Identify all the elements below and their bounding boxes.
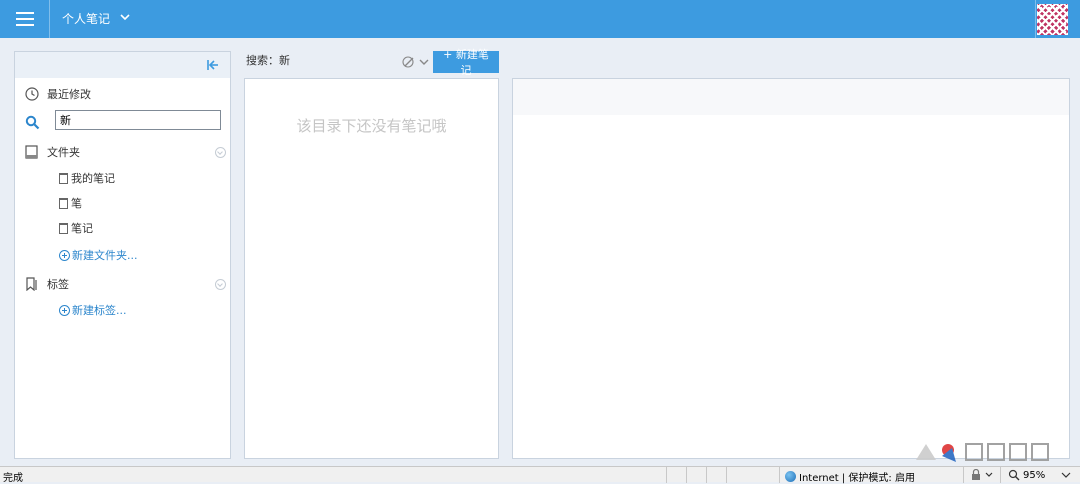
search-icon[interactable] [25, 115, 40, 130]
divider [686, 467, 687, 483]
divider [963, 467, 964, 483]
globe-icon [785, 471, 796, 482]
sidebar-item-folders[interactable]: 文件夹 [25, 144, 80, 160]
notebook-icon [59, 172, 68, 184]
notebook-icon [59, 222, 68, 234]
chevron-down-icon [1061, 472, 1071, 478]
new-folder-link[interactable]: 新建文件夹... [59, 248, 138, 262]
divider [666, 467, 667, 483]
notebook-title[interactable]: 个人笔记 [62, 10, 110, 27]
add-circle-icon [59, 304, 70, 316]
sidebar-item-recent[interactable]: 最近修改 [25, 86, 91, 102]
new-folder-label: 新建文件夹... [72, 249, 138, 262]
sidebar-header [15, 52, 230, 78]
folder-label: 我的笔记 [71, 172, 115, 185]
folder-item[interactable]: 笔 [59, 196, 82, 210]
lock-icon[interactable] [970, 469, 996, 481]
collapse-sidebar-icon[interactable] [206, 58, 220, 72]
status-bar: 完成 Internet | 保护模式: 启用 95% [0, 466, 1080, 484]
divider [706, 467, 707, 483]
new-note-button[interactable]: + 新建笔记 [433, 48, 499, 77]
sidebar-item-label: 文件夹 [47, 146, 80, 159]
divider [49, 0, 50, 38]
notebook-icon [59, 197, 68, 209]
zoom-level: 95% [1023, 469, 1046, 481]
zoom-control[interactable]: 95% [1008, 469, 1073, 481]
folder-label: 笔记 [71, 222, 93, 235]
divider [1000, 467, 1001, 483]
divider [779, 467, 780, 483]
search-input[interactable] [55, 110, 221, 130]
folder-icon [25, 145, 38, 159]
tag-icon [26, 277, 37, 291]
add-circle-icon [59, 249, 70, 261]
avatar[interactable] [1037, 4, 1068, 35]
folder-item[interactable]: 我的笔记 [59, 171, 115, 185]
sidebar-item-label: 标签 [47, 278, 69, 291]
zoom-icon [1008, 469, 1020, 481]
divider [726, 467, 727, 483]
expand-folders-icon[interactable] [215, 147, 226, 158]
search-summary: 搜索：新 [246, 54, 290, 67]
chevron-down-icon[interactable] [120, 12, 130, 22]
folder-label: 笔 [71, 197, 82, 210]
sidebar-item-tags[interactable]: 标签 [25, 276, 69, 292]
editor-toolbar [513, 79, 1069, 115]
edit-options-icon[interactable] [401, 55, 431, 69]
expand-tags-icon[interactable] [215, 279, 226, 290]
new-tag-label: 新建标签... [72, 304, 127, 317]
divider [1035, 0, 1036, 38]
editor-panel[interactable] [512, 78, 1070, 459]
clock-icon [25, 87, 39, 101]
new-tag-link[interactable]: 新建标签... [59, 303, 127, 317]
menu-icon[interactable] [16, 12, 34, 26]
sidebar: 最近修改 文件夹 我的笔记 笔 笔记 新建文件夹... 标签 [14, 51, 231, 459]
sidebar-item-label: 最近修改 [47, 88, 91, 101]
watermark-logo [916, 443, 1049, 462]
folder-item[interactable]: 笔记 [59, 221, 93, 235]
empty-message: 该目录下还没有笔记哦 [296, 117, 447, 135]
top-bar: 个人笔记 [0, 0, 1080, 38]
note-list-panel: 该目录下还没有笔记哦 [244, 78, 499, 459]
